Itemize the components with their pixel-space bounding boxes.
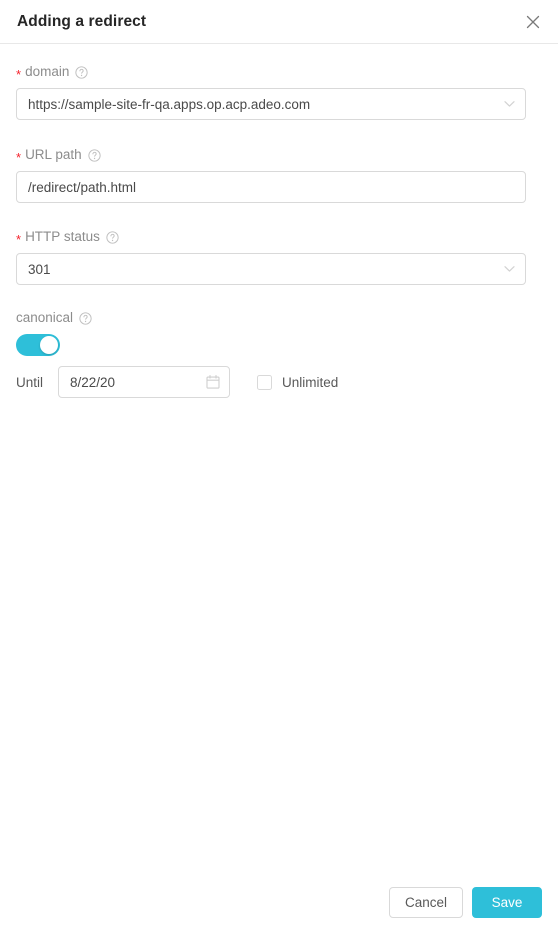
- cancel-button[interactable]: Cancel: [388, 886, 463, 918]
- required-marker: *: [16, 149, 22, 165]
- field-domain: * domain https://sample-site-fr-qa.apps.…: [16, 64, 542, 120]
- dialog-header: Adding a redirect: [0, 0, 558, 44]
- domain-label: * domain: [16, 64, 542, 82]
- field-http-status: * HTTP status 301: [16, 229, 542, 285]
- unlimited-label: Unlimited: [282, 374, 339, 390]
- url-path-label-text: URL path: [25, 147, 82, 162]
- until-date-value: 8/22/20: [70, 374, 116, 390]
- http-status-label: * HTTP status: [16, 229, 542, 247]
- close-icon[interactable]: [520, 9, 546, 35]
- unlimited-checkbox-wrap[interactable]: Unlimited: [257, 374, 339, 390]
- domain-label-text: domain: [25, 64, 70, 79]
- required-marker: *: [16, 66, 22, 82]
- calendar-icon: [206, 374, 220, 390]
- http-status-value: 301: [28, 261, 51, 277]
- question-circle-icon[interactable]: [106, 230, 119, 244]
- unlimited-checkbox[interactable]: [257, 374, 273, 390]
- dialog-title: Adding a redirect: [17, 12, 147, 30]
- toggle-knob: [40, 336, 58, 354]
- question-circle-icon[interactable]: [87, 148, 101, 162]
- http-status-label-text: HTTP status: [25, 229, 100, 244]
- domain-value: https://sample-site-fr-qa.apps.op.acp.ad…: [28, 96, 311, 112]
- canonical-label-text: canonical: [16, 310, 74, 325]
- until-date-input[interactable]: 8/22/20: [58, 366, 231, 398]
- adding-redirect-dialog: Adding a redirect * domain https://sampl…: [0, 0, 558, 932]
- until-label: Until: [16, 374, 44, 390]
- canonical-toggle[interactable]: [16, 334, 60, 356]
- question-circle-icon[interactable]: [75, 65, 88, 79]
- field-canonical: canonical Until 8/22/20 Unlimited: [16, 310, 542, 398]
- http-status-select[interactable]: 301: [16, 253, 526, 285]
- field-url-path: * URL path /redirect/path.html: [16, 147, 542, 203]
- question-circle-icon[interactable]: [79, 311, 92, 325]
- canonical-label: canonical: [16, 310, 542, 326]
- url-path-value: /redirect/path.html: [28, 179, 137, 195]
- chevron-down-icon: [504, 266, 515, 273]
- until-row: Until 8/22/20 Unlimited: [16, 366, 542, 398]
- required-marker: *: [16, 231, 22, 247]
- url-path-input[interactable]: /redirect/path.html: [16, 171, 526, 203]
- dialog-body: * domain https://sample-site-fr-qa.apps.…: [0, 44, 558, 398]
- save-button[interactable]: Save: [472, 886, 542, 918]
- url-path-label: * URL path: [16, 147, 542, 165]
- dialog-footer: Cancel Save: [0, 872, 558, 932]
- chevron-down-icon: [504, 101, 515, 108]
- domain-select[interactable]: https://sample-site-fr-qa.apps.op.acp.ad…: [16, 88, 526, 120]
